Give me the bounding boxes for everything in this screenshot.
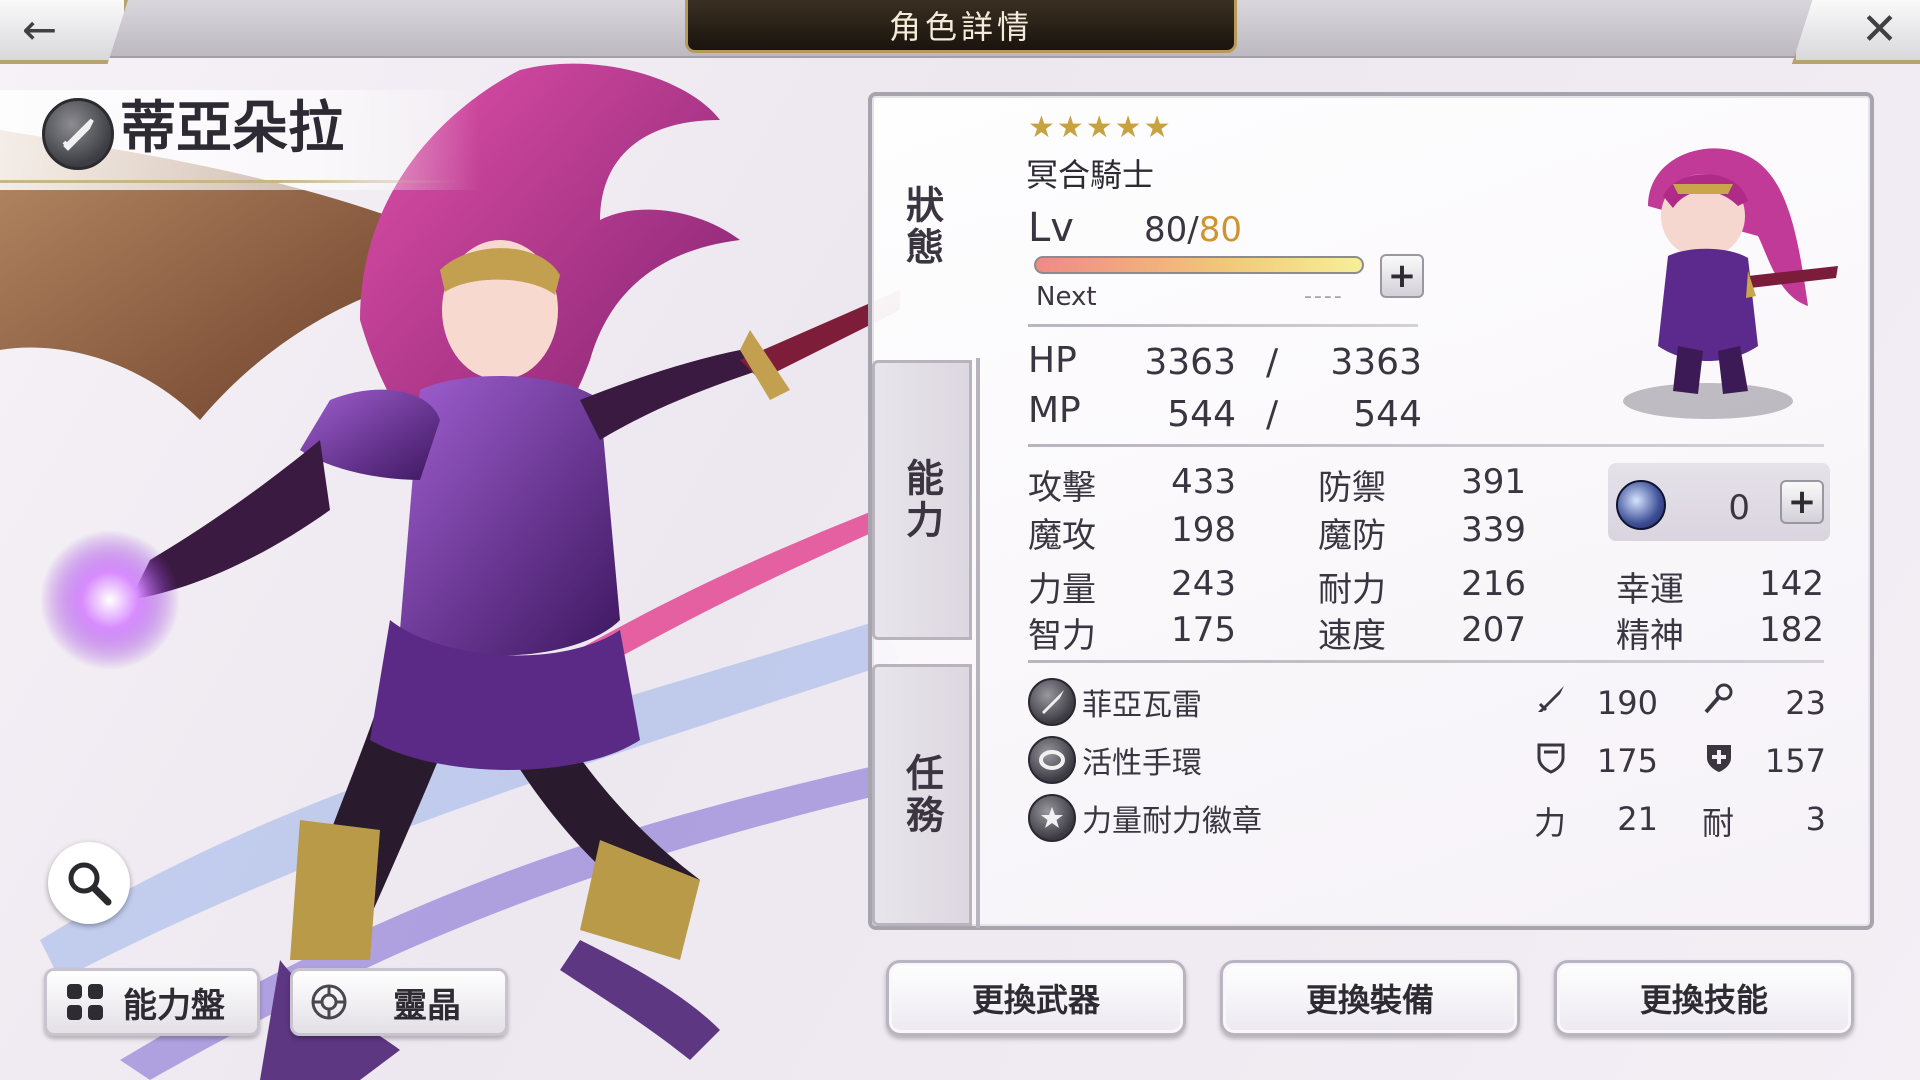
divider bbox=[1028, 324, 1418, 327]
next-value: ---- bbox=[1304, 284, 1344, 309]
divider bbox=[1028, 660, 1824, 663]
stat-label: 魔攻 bbox=[1028, 516, 1096, 556]
equipment-stat: 175 bbox=[1596, 742, 1658, 780]
spirit-crystal-icon bbox=[311, 984, 347, 1020]
spirit-orb-count: 0 bbox=[1728, 488, 1750, 528]
next-label: Next bbox=[1036, 282, 1097, 312]
plus-icon: + bbox=[1387, 256, 1417, 296]
level-current: 80/ bbox=[1144, 210, 1199, 250]
change-weapon-label: 更換武器 bbox=[971, 981, 1100, 1019]
character-chibi-sprite bbox=[1623, 148, 1838, 419]
stat-label: 速度 bbox=[1318, 616, 1386, 656]
mp-label: MP bbox=[1028, 390, 1081, 431]
change-skill-button[interactable]: 更換技能 bbox=[1554, 960, 1854, 1036]
close-button[interactable]: ✕ bbox=[1792, 0, 1920, 64]
magic-shield-icon bbox=[1702, 740, 1736, 782]
equipment-name: 菲亞瓦雷 bbox=[1082, 688, 1202, 723]
title-plate: 角色詳情 bbox=[685, 0, 1237, 53]
mp-current: 544 bbox=[1167, 394, 1236, 435]
equipment-stat: 190 bbox=[1596, 684, 1658, 722]
change-skill-label: 更換技能 bbox=[1639, 981, 1768, 1019]
magnifier-icon bbox=[68, 862, 112, 906]
spirit-crystal-button[interactable]: 靈晶 bbox=[290, 968, 508, 1036]
hp-label: HP bbox=[1028, 340, 1077, 381]
bracelet-icon bbox=[1028, 736, 1076, 784]
spirit-orb-add-button[interactable]: + bbox=[1780, 480, 1824, 524]
hp-max: 3363 bbox=[1330, 342, 1422, 383]
level-up-button[interactable]: + bbox=[1380, 254, 1424, 298]
mp-max: 544 bbox=[1353, 394, 1422, 435]
level-max: 80 bbox=[1198, 210, 1242, 250]
rarity-stars: ★★★★★ bbox=[1028, 110, 1173, 145]
hp-current: 3363 bbox=[1144, 342, 1236, 383]
back-button[interactable]: ← bbox=[0, 0, 128, 64]
star-badge-icon bbox=[1028, 794, 1076, 842]
character-name: 蒂亞朵拉 bbox=[120, 95, 344, 161]
level-value: 80/80 bbox=[1144, 210, 1242, 250]
hp-separator: / bbox=[1266, 342, 1279, 383]
stat-value: 182 bbox=[1759, 610, 1824, 650]
stat-value: 391 bbox=[1461, 462, 1526, 502]
plus-icon: + bbox=[1787, 482, 1817, 522]
character-illustration bbox=[0, 63, 900, 1080]
close-icon: ✕ bbox=[1861, 4, 1898, 55]
attack-stat-icon bbox=[1534, 682, 1568, 724]
equipment-name: 力量耐力徽章 bbox=[1082, 804, 1262, 839]
stat-value: 175 bbox=[1171, 610, 1236, 650]
stat-label: 攻擊 bbox=[1028, 468, 1096, 508]
stat-label: 智力 bbox=[1028, 616, 1096, 656]
tab-status[interactable]: 狀態 bbox=[872, 100, 972, 354]
zoom-button[interactable] bbox=[48, 842, 130, 924]
stat-label: 防禦 bbox=[1318, 468, 1386, 508]
stat-label: 幸運 bbox=[1616, 570, 1684, 610]
equipment-stat: 3 bbox=[1805, 800, 1826, 838]
change-equipment-label: 更換裝備 bbox=[1305, 981, 1434, 1019]
equipment-stat: 21 bbox=[1617, 800, 1658, 838]
stat-value: 339 bbox=[1461, 510, 1526, 550]
equipment-stat: 157 bbox=[1764, 742, 1826, 780]
stat-label: 耐力 bbox=[1318, 570, 1386, 610]
shield-icon bbox=[1534, 740, 1568, 782]
ability-board-icon bbox=[67, 984, 103, 1020]
mp-separator: / bbox=[1266, 394, 1279, 435]
tab-quest-label: 任務 bbox=[899, 753, 945, 837]
stat-label: 力量 bbox=[1028, 570, 1096, 610]
tab-status-label: 狀態 bbox=[899, 185, 945, 269]
equipment-name: 活性手環 bbox=[1082, 746, 1202, 781]
ability-board-button[interactable]: 能力盤 bbox=[44, 968, 260, 1036]
spirit-crystal-label: 靈晶 bbox=[393, 985, 461, 1026]
exp-bar bbox=[1034, 256, 1364, 274]
stat-value: 207 bbox=[1461, 610, 1526, 650]
sword-icon bbox=[1028, 678, 1076, 726]
tab-ability[interactable]: 能力 bbox=[872, 360, 972, 640]
tab-quest[interactable]: 任務 bbox=[872, 664, 972, 926]
change-equipment-button[interactable]: 更換裝備 bbox=[1220, 960, 1520, 1036]
ability-board-label: 能力盤 bbox=[123, 985, 225, 1026]
stat-value: 433 bbox=[1171, 462, 1236, 502]
strength-stat-label: 力 bbox=[1534, 804, 1567, 842]
endurance-stat-label: 耐 bbox=[1702, 804, 1735, 842]
name-underline bbox=[0, 180, 460, 183]
arrow-left-icon: ← bbox=[22, 5, 58, 54]
tab-ability-label: 能力 bbox=[899, 458, 945, 542]
page-title: 角色詳情 bbox=[888, 8, 1033, 46]
job-name: 冥合騎士 bbox=[1026, 156, 1155, 194]
stat-value: 216 bbox=[1461, 564, 1526, 604]
stat-value: 243 bbox=[1171, 564, 1236, 604]
divider bbox=[1028, 444, 1824, 447]
stat-label: 魔防 bbox=[1318, 516, 1386, 556]
change-weapon-button[interactable]: 更換武器 bbox=[886, 960, 1186, 1036]
level-label: Lv bbox=[1028, 205, 1074, 251]
tab-divider bbox=[976, 358, 980, 928]
stat-value: 142 bbox=[1759, 564, 1824, 604]
magic-attack-stat-icon bbox=[1702, 682, 1736, 724]
spirit-orb-icon bbox=[1616, 480, 1666, 530]
equipment-stat: 23 bbox=[1785, 684, 1826, 722]
stat-label: 精神 bbox=[1616, 616, 1684, 656]
stat-value: 198 bbox=[1171, 510, 1236, 550]
sword-class-icon bbox=[42, 98, 114, 170]
